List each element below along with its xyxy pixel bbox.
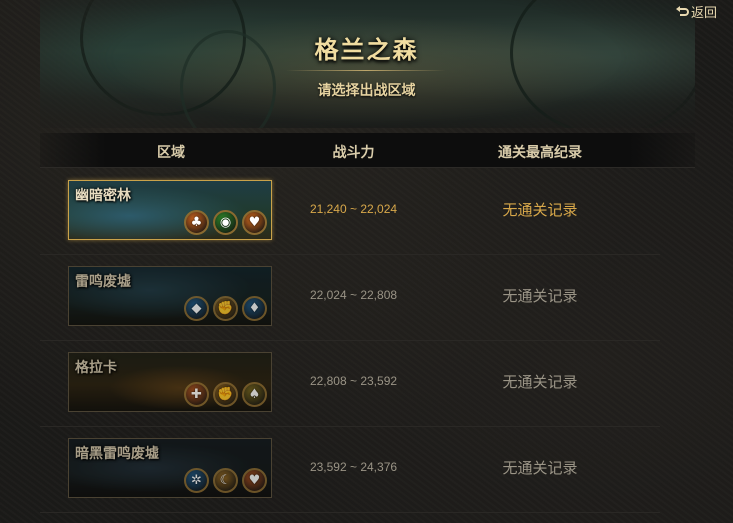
zone-best-record: 无通关记录 — [502, 287, 578, 305]
fish-icon: ◆ — [184, 296, 209, 321]
zone-attribute-badges: ♣ ◉ ♥ — [184, 210, 267, 235]
heart-icon: ♥ — [242, 210, 267, 235]
zone-attribute-badges: ✲ ☾ ♥ — [184, 468, 267, 493]
zone-card[interactable]: 格拉卡 ✚ ✊ ♠ — [68, 352, 272, 412]
zone-best-record: 无通关记录 — [502, 373, 578, 391]
zone-name: 格拉卡 — [75, 360, 117, 376]
spade-icon: ♠ — [242, 382, 267, 407]
zone-power-range: 22,024 ~ 22,808 — [309, 288, 398, 302]
page-title: 格兰之森 — [314, 35, 419, 64]
cross-icon: ✚ — [184, 382, 209, 407]
back-label: 返回 — [690, 6, 717, 21]
zone-attribute-badges: ◆ ✊ ♦ — [184, 296, 267, 321]
diamond-icon: ♦ — [242, 296, 267, 321]
return-arrow-icon — [675, 5, 689, 16]
zone-row[interactable]: 雷鸣废墟 ◆ ✊ ♦ 22,024 ~ 22,808 无通关记录 — [40, 254, 660, 341]
title-divider — [286, 70, 446, 71]
table-header: 区域 战斗力 通关最高纪录 — [40, 133, 695, 168]
tree-icon: ♣ — [184, 210, 209, 235]
heart-icon: ♥ — [242, 468, 267, 493]
zone-power-range: 23,592 ~ 24,376 — [309, 460, 398, 474]
zone-row[interactable]: 暗黑雷鸣废墟 ✲ ☾ ♥ 23,592 ~ 24,376 无通关记录 — [40, 426, 660, 513]
eye-icon: ◉ — [213, 210, 238, 235]
zone-name: 幽暗密林 — [75, 188, 131, 204]
fist-icon: ✊ — [213, 382, 238, 407]
column-header-power: 战斗力 — [332, 145, 375, 161]
zone-best-record: 无通关记录 — [502, 459, 578, 477]
zone-row[interactable]: 格拉卡 ✚ ✊ ♠ 22,808 ~ 23,592 无通关记录 — [40, 340, 660, 427]
zone-name: 雷鸣废墟 — [75, 274, 131, 290]
crescent-icon: ☾ — [213, 468, 238, 493]
column-header-record: 通关最高纪录 — [498, 145, 582, 161]
zone-name: 暗黑雷鸣废墟 — [75, 446, 159, 462]
zone-row[interactable]: 幽暗密林 ♣ ◉ ♥ 21,240 ~ 22,024 无通关记录 — [40, 168, 660, 255]
zone-card[interactable]: 幽暗密林 ♣ ◉ ♥ — [68, 180, 272, 240]
zone-card[interactable]: 暗黑雷鸣废墟 ✲ ☾ ♥ — [68, 438, 272, 498]
zone-power-range: 22,808 ~ 23,592 — [309, 374, 398, 388]
zone-power-range: 21,240 ~ 22,024 — [309, 202, 398, 216]
zone-card[interactable]: 雷鸣废墟 ◆ ✊ ♦ — [68, 266, 272, 326]
fist-icon: ✊ — [213, 296, 238, 321]
zone-best-record: 无通关记录 — [502, 201, 578, 219]
column-header-zone: 区域 — [157, 145, 185, 161]
back-button[interactable]: 返回 — [675, 2, 717, 21]
gear-icon: ✲ — [184, 468, 209, 493]
zone-attribute-badges: ✚ ✊ ♠ — [184, 382, 267, 407]
page-subtitle: 请选择出战区域 — [317, 83, 416, 99]
